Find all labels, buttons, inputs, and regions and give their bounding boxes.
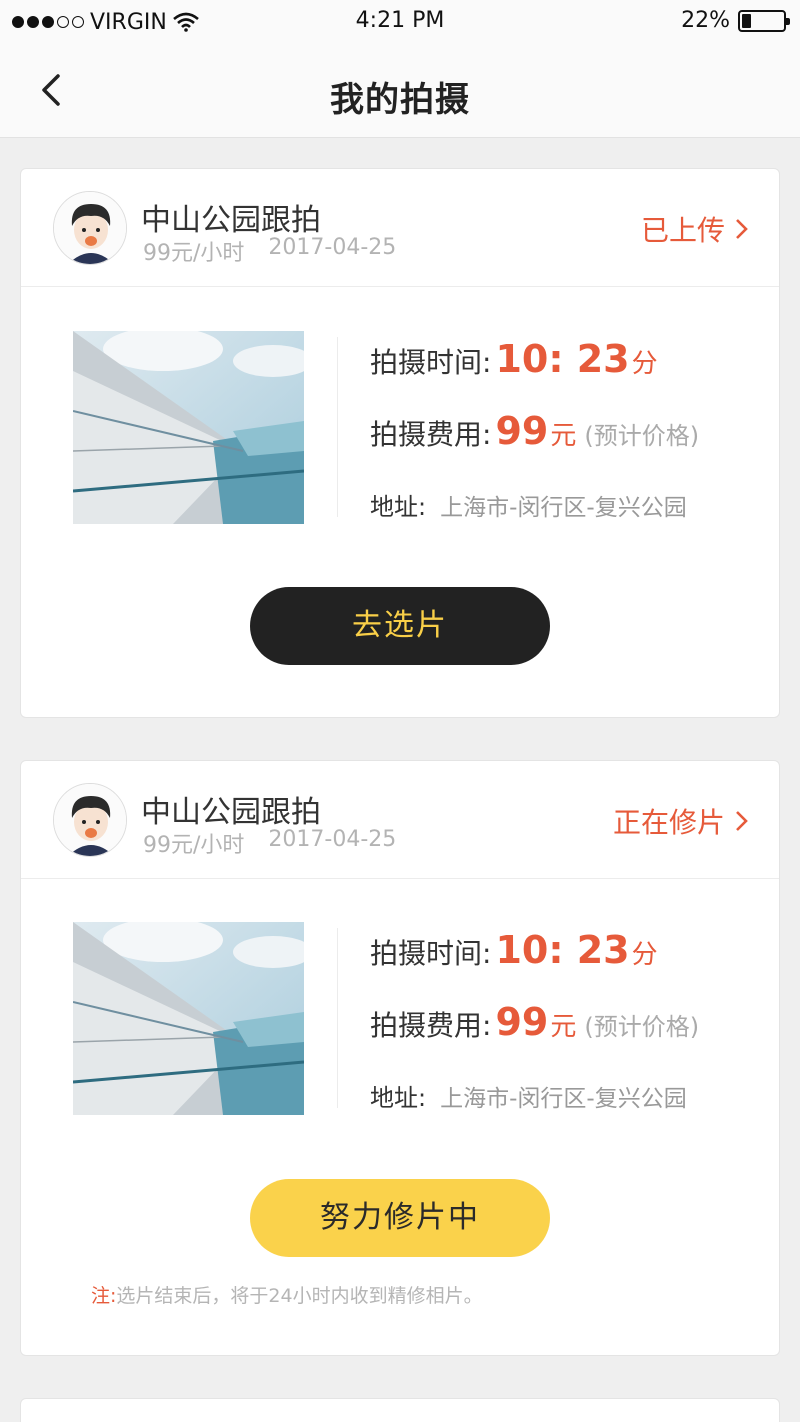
order-card: 中山公园跟拍 99元/小时 2017-04-25 已上传 拍摄时间: 10: 2… (20, 168, 780, 718)
shoot-fee-label: 拍摄费用: (370, 1009, 492, 1042)
order-rate: 99元/小时 (143, 833, 245, 858)
order-status-link[interactable]: 已上传 (641, 209, 749, 249)
battery-level (742, 13, 751, 28)
shoot-fee-value: 99 (495, 409, 549, 453)
order-title: 中山公园跟拍 (141, 203, 321, 238)
order-card-partial (20, 1398, 780, 1422)
avatar[interactable] (53, 783, 127, 857)
shoot-fee-row: 拍摄费用: 99 元 (预计价格) (370, 409, 699, 453)
battery-status: 22% (681, 8, 790, 33)
shoot-time-unit: 分 (631, 940, 658, 970)
battery-icon (738, 9, 790, 32)
status-bar: VIRGIN 4:21 PM 22% (0, 0, 800, 44)
shoot-time-unit: 分 (631, 349, 658, 379)
shoot-fee-row: 拍摄费用: 99 元 (预计价格) (370, 1000, 699, 1044)
shoot-time-row: 拍摄时间: 10: 23 分 (370, 337, 658, 381)
address-value: 上海市-闵行区-复兴公园 (440, 1086, 687, 1112)
battery-percent: 22% (681, 8, 730, 33)
address-row: 地址: 上海市-闵行区-复兴公园 (370, 487, 687, 522)
chevron-right-icon (736, 811, 748, 831)
address-row: 地址: 上海市-闵行区-复兴公园 (370, 1078, 687, 1113)
order-date: 2017-04-25 (268, 827, 397, 852)
shoot-time-value: 10: 23 (495, 928, 630, 972)
shoot-fee-value: 99 (495, 1000, 549, 1044)
order-card-header: 中山公园跟拍 99元/小时 2017-04-25 正在修片 (21, 761, 779, 879)
divider (337, 928, 338, 1108)
shoot-time-label: 拍摄时间: (370, 346, 492, 379)
note-prefix: 注: (91, 1285, 117, 1307)
shoot-time-label: 拍摄时间: (370, 937, 492, 970)
order-status: 正在修片 (612, 806, 725, 839)
page-title: 我的拍摄 (330, 80, 470, 120)
shoot-fee-note: (预计价格) (584, 422, 700, 450)
order-date: 2017-04-25 (268, 235, 397, 260)
order-title: 中山公园跟拍 (141, 795, 321, 830)
address-value: 上海市-闵行区-复兴公园 (440, 495, 687, 521)
select-photos-button[interactable]: 去选片 (250, 587, 550, 665)
shoot-time-value: 10: 23 (495, 337, 630, 381)
chevron-right-icon (736, 219, 748, 239)
shoot-fee-note: (预计价格) (584, 1013, 700, 1041)
clock: 4:21 PM (355, 8, 445, 33)
order-status: 已上传 (640, 214, 725, 247)
order-card: 中山公园跟拍 99元/小时 2017-04-25 正在修片 拍摄时间: 10: … (20, 760, 780, 1356)
divider (337, 337, 338, 517)
shoot-fee-unit: 元 (550, 421, 577, 451)
order-meta: 99元/小时 2017-04-25 (143, 827, 396, 859)
shoot-fee-unit: 元 (550, 1012, 577, 1042)
order-status-link[interactable]: 正在修片 (613, 801, 749, 841)
shoot-fee-label: 拍摄费用: (370, 418, 492, 451)
retouch-note: 注:选片结束后，将于24小时内收到精修相片。 (91, 1281, 483, 1308)
address-label: 地址: (370, 493, 427, 521)
order-rate: 99元/小时 (143, 241, 245, 266)
address-label: 地址: (370, 1084, 427, 1112)
shoot-thumbnail[interactable] (73, 922, 304, 1115)
order-meta: 99元/小时 2017-04-25 (143, 235, 396, 267)
avatar[interactable] (53, 191, 127, 265)
note-text: 选片结束后，将于24小时内收到精修相片。 (116, 1285, 483, 1307)
shoot-thumbnail[interactable] (73, 331, 304, 524)
navigation-bar: 我的拍摄 (0, 44, 800, 138)
order-card-header: 中山公园跟拍 99元/小时 2017-04-25 已上传 (21, 169, 779, 287)
retouching-status-button[interactable]: 努力修片中 (250, 1179, 550, 1257)
shoot-time-row: 拍摄时间: 10: 23 分 (370, 928, 658, 972)
